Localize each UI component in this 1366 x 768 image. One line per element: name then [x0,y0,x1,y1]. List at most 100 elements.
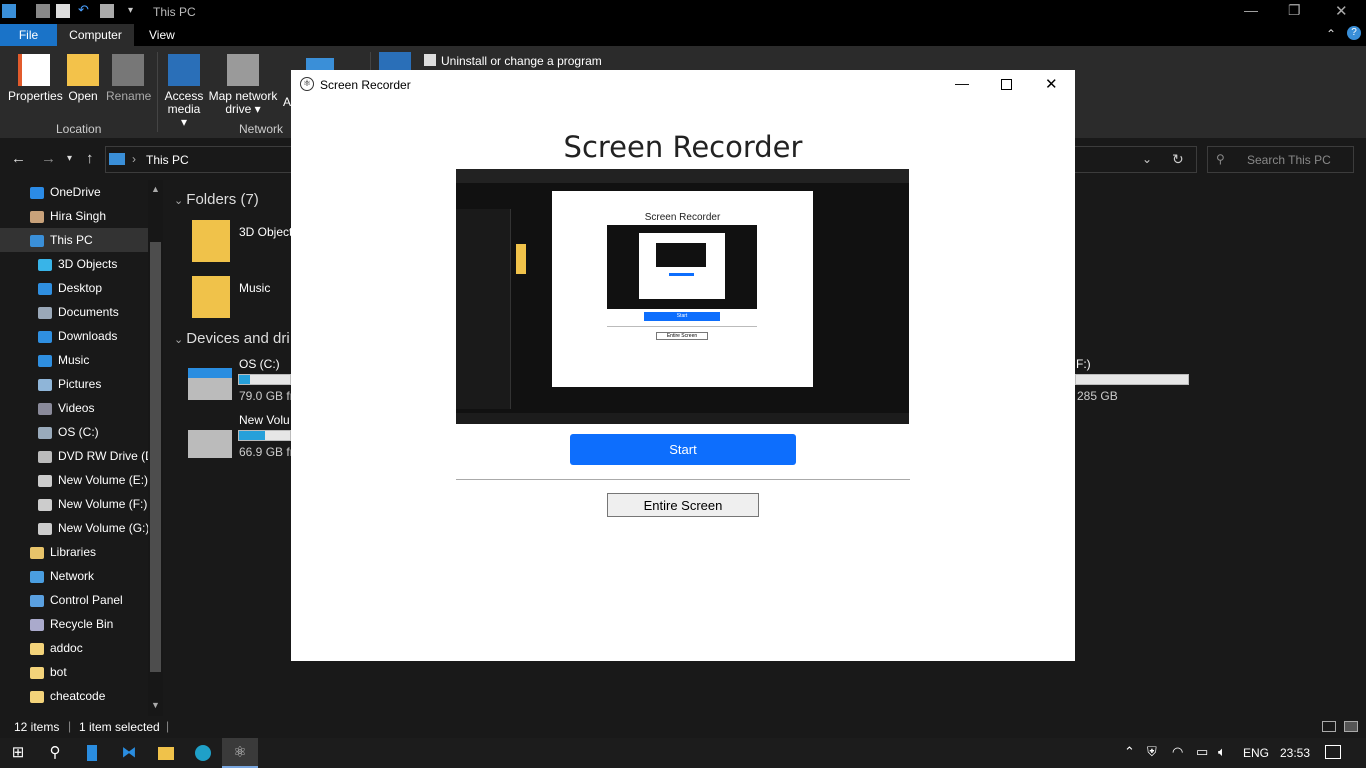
search-icon[interactable]: ⚲ [37,738,73,768]
folder-music-label[interactable]: Music [239,281,270,295]
battery-icon[interactable]: ▭ [1196,744,1208,760]
tab-computer[interactable]: Computer [57,24,134,46]
settings-icon[interactable] [379,52,411,72]
sidebar-item[interactable]: bot [0,660,148,684]
entire-screen-button[interactable]: Entire Screen [607,493,759,517]
recent-locations-icon[interactable]: ▾ [67,153,72,164]
wifi-icon[interactable]: ◠ [1172,744,1183,760]
tab-file[interactable]: File [0,24,57,46]
scroll-thumb[interactable] [150,242,161,672]
sidebar-item[interactable]: Documents [0,300,148,324]
sidebar-item[interactable]: addoc [0,636,148,660]
refresh-icon[interactable]: ↻ [1172,151,1184,168]
sidebar-item[interactable]: This PC [0,228,148,252]
uninstall-program-button[interactable]: Uninstall or change a program [441,54,602,68]
vscode-icon[interactable]: ⧓ [111,738,147,768]
address-dropdown-icon[interactable]: ⌄ [1142,152,1152,166]
drive-f-name[interactable]: F:) [1076,357,1091,371]
restore-icon[interactable]: ❐ [1288,2,1301,19]
sidebar-item[interactable]: Downloads [0,324,148,348]
folder-3d-objects-icon[interactable] [192,220,230,262]
sidebar-item[interactable]: Network [0,564,148,588]
drive-e-name[interactable]: New Volu [239,413,290,427]
sidebar-item[interactable]: Pictures [0,372,148,396]
drive-e-icon[interactable] [188,430,232,458]
taskbar: ⊞ ⚲ ⧓ ⚛ ⌃ ⛨ ◠ ▭ 🔈︎ ENG 23:53 [0,738,1366,768]
customize-quick-icon[interactable] [100,4,114,18]
search-input[interactable]: Search This PC [1247,153,1331,167]
open-button[interactable]: Open [66,54,100,103]
details-view-icon[interactable] [1322,721,1336,732]
sidebar-item[interactable]: Libraries [0,540,148,564]
folder-music-icon[interactable] [192,276,230,318]
drive-c-icon[interactable] [188,368,232,400]
sidebar-item[interactable]: OneDrive [0,180,148,204]
properties-quick-icon[interactable] [36,4,50,18]
devices-section[interactable]: ⌄ Devices and dri [174,330,290,347]
nav-scrollbar[interactable]: ▲ ▼ [148,180,163,716]
edge-icon[interactable] [185,738,221,768]
maximize-icon[interactable] [1001,79,1012,90]
close-icon[interactable]: ✕ [1335,2,1348,20]
open-folder-icon [67,54,99,86]
start-windows-icon[interactable]: ⊞ [0,738,36,768]
sidebar-item[interactable]: New Volume (G:) [0,516,148,540]
properties-button[interactable]: Properties [8,54,63,103]
back-arrow-icon[interactable]: ← [11,150,26,167]
drive-c-name[interactable]: OS (C:) [239,357,280,371]
sidebar-item[interactable]: New Volume (E:) [0,468,148,492]
sidebar-item-label: OneDrive [50,185,101,199]
scroll-up-icon[interactable]: ▲ [151,184,160,194]
sidebar-item[interactable]: Desktop [0,276,148,300]
breadcrumb[interactable]: This PC [146,153,189,167]
files-app-icon[interactable] [74,738,110,768]
security-shield-icon[interactable]: ⛨ [1147,744,1157,760]
sidebar-item[interactable]: cheatcode [0,684,148,708]
minimize-icon[interactable]: — [955,75,969,91]
collapse-ribbon-icon[interactable]: ⌃ [1326,27,1336,41]
chevron-down-icon[interactable]: ▾ [128,5,142,19]
map-network-drive-button[interactable]: Map network drive ▾ [207,54,279,116]
notifications-icon[interactable] [1325,745,1341,759]
tab-view[interactable]: View [140,24,184,46]
explorer-title-bar: ↶ ▾ This PC — ❐ ✕ [0,0,1366,24]
sidebar-item[interactable]: Videos [0,396,148,420]
minimize-icon[interactable]: — [1244,2,1258,18]
forward-arrow-icon[interactable]: → [41,150,56,167]
undo-icon[interactable]: ↶ [78,2,92,17]
help-icon[interactable]: ? [1347,26,1361,40]
start-button[interactable]: Start [570,434,796,465]
large-icons-view-icon[interactable] [1344,721,1358,732]
show-hidden-icons-icon[interactable]: ⌃ [1124,744,1135,760]
search-box[interactable]: ⚲ Search This PC [1207,146,1354,173]
folders-section[interactable]: ⌄ Folders (7) [174,191,259,208]
clock[interactable]: 23:53 [1280,746,1310,760]
folder-3d-objects-label[interactable]: 3D Object [239,225,292,239]
sidebar-item-label: Videos [58,401,95,415]
status-divider: | [68,719,72,733]
file-explorer-icon[interactable] [148,738,184,768]
sidebar-item[interactable]: Hira Singh [0,204,148,228]
electron-app-icon[interactable]: ⚛ [222,738,258,768]
sidebar-item[interactable]: OS (C:) [0,420,148,444]
drive-f-usage-bar [1075,374,1189,385]
up-arrow-icon[interactable]: ↑ [86,150,94,167]
volume-icon[interactable]: 🔈︎ [1218,744,1226,760]
search-icon: ⚲ [1216,152,1225,166]
sidebar-item[interactable]: Recycle Bin [0,612,148,636]
preview-entire-screen: Entire Screen [656,332,708,340]
this-pc-icon [2,4,16,18]
close-icon[interactable]: ✕ [1045,75,1058,93]
sidebar-item[interactable]: 3D Objects [0,252,148,276]
rename-button[interactable]: Rename [106,54,151,103]
sidebar-item[interactable]: DVD RW Drive (D [0,444,148,468]
language-indicator[interactable]: ENG [1243,746,1269,760]
access-media-button[interactable]: Access media ▾ [164,54,204,129]
checkmark-quick-icon[interactable] [56,4,70,18]
sidebar-item[interactable]: Control Panel [0,588,148,612]
scroll-down-icon[interactable]: ▼ [151,700,160,710]
sidebar-item[interactable]: New Volume (F:) [0,492,148,516]
sidebar-item[interactable]: Music [0,348,148,372]
group-network-label: Network [239,122,284,136]
status-bar: 12 items | 1 item selected | [0,716,1366,738]
